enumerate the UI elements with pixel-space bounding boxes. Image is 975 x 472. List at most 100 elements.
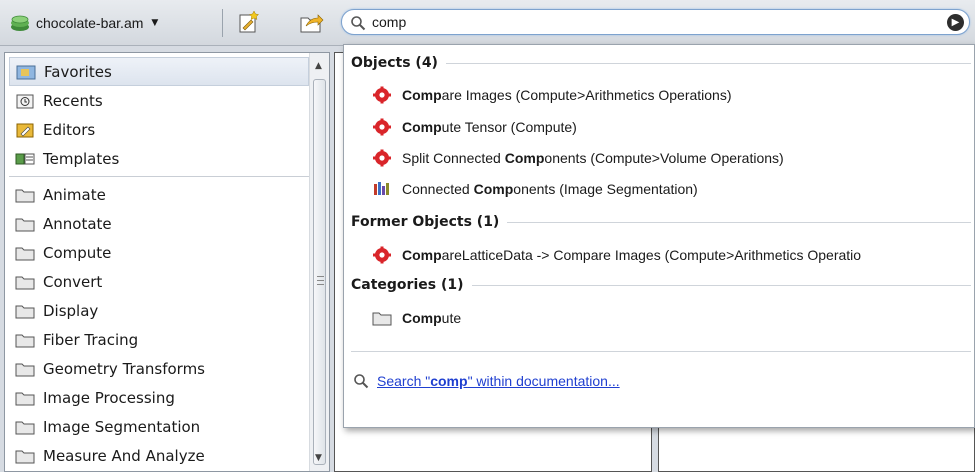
result-text: onents (Image Segmentation) <box>513 181 698 197</box>
match-text: Comp <box>402 87 442 103</box>
scrollbar-thumb[interactable] <box>313 79 326 465</box>
sidebar-item-label: Favorites <box>44 62 112 81</box>
section-title: Categories (1) <box>351 277 464 293</box>
sidebar-item-label: Image Segmentation <box>43 417 201 436</box>
favorites-folder-icon <box>16 65 36 79</box>
object-category-panel: Favorites Recents Editors Templates Anim… <box>4 52 330 472</box>
sidebar-item-label: Editors <box>43 120 96 139</box>
category-list: Favorites Recents Editors Templates Anim… <box>9 57 309 470</box>
export-folder-icon[interactable] <box>298 9 324 35</box>
match-text: Comp <box>402 119 442 135</box>
folder-icon <box>15 189 35 202</box>
result-text: Connected <box>402 181 474 197</box>
folder-icon <box>15 247 35 260</box>
folder-icon <box>372 312 392 326</box>
result-item[interactable]: Compute Tensor (Compute) <box>372 116 577 138</box>
sidebar-item-label: Templates <box>43 149 120 168</box>
segmentation-icon <box>374 182 389 195</box>
red-gear-icon <box>373 149 391 167</box>
clear-search-icon[interactable]: ▶ <box>947 14 964 31</box>
sidebar-item-recents[interactable]: Recents <box>9 86 309 115</box>
folder-icon <box>15 421 35 434</box>
folder-icon <box>15 218 35 231</box>
folder-icon <box>15 392 35 405</box>
former-objects-section-header: Former Objects (1) <box>351 212 971 232</box>
categories-section-header: Categories (1) <box>351 275 971 295</box>
sidebar-item-label: Annotate <box>43 214 112 233</box>
result-text: ute <box>441 310 462 326</box>
match-text: Comp <box>402 310 442 326</box>
sidebar-item-animate[interactable]: Animate <box>9 180 309 209</box>
folder-icon <box>15 450 35 463</box>
link-text: " within documentation... <box>467 373 620 389</box>
folder-icon <box>15 334 35 347</box>
project-label: chocolate-bar.am <box>36 15 144 31</box>
sidebar-item-editors[interactable]: Editors <box>9 115 309 144</box>
sidebar-item-label: Measure And Analyze <box>43 446 205 465</box>
result-text: Split Connected <box>402 150 505 166</box>
folder-icon <box>15 305 35 318</box>
match-text: Comp <box>473 181 514 197</box>
search-results-popup: Objects (4) Compare Images (Compute>Arit… <box>343 44 975 428</box>
sidebar-item-label: Display <box>43 301 99 320</box>
search-field[interactable]: comp ▶ <box>341 9 970 35</box>
result-text: ute Tensor (Compute) <box>441 119 577 135</box>
sidebar-item-measure-and-analyze[interactable]: Measure And Analyze <box>9 441 309 470</box>
vertical-scrollbar[interactable]: ▲ ▼ <box>309 53 329 471</box>
sidebar-item-label: Compute <box>43 243 112 262</box>
project-selector[interactable]: chocolate-bar.am ▼ <box>10 10 158 36</box>
folder-icon <box>15 363 35 376</box>
result-text: are Images (Compute>Arithmetics Operatio… <box>441 87 732 103</box>
result-item[interactable]: Connected Components (Image Segmentation… <box>372 178 698 200</box>
scroll-down-icon[interactable]: ▼ <box>315 453 322 463</box>
folder-icon <box>15 276 35 289</box>
sidebar-item-display[interactable]: Display <box>9 296 309 325</box>
sidebar-item-label: Geometry Transforms <box>43 359 205 378</box>
result-text: areLatticeData -> Compare Images (Comput… <box>441 247 862 263</box>
sidebar-item-image-segmentation[interactable]: Image Segmentation <box>9 412 309 441</box>
recents-icon <box>16 94 34 108</box>
top-toolbar: chocolate-bar.am ▼ comp ▶ <box>0 0 975 46</box>
sidebar-item-label: Image Processing <box>43 388 175 407</box>
result-item[interactable]: CompareLatticeData -> Compare Images (Co… <box>372 244 861 266</box>
sidebar-item-templates[interactable]: Templates <box>9 144 309 173</box>
result-text: onents (Compute>Volume Operations) <box>544 150 784 166</box>
sidebar-item-image-processing[interactable]: Image Processing <box>9 383 309 412</box>
search-input[interactable]: comp <box>372 14 406 30</box>
new-script-icon[interactable] <box>236 9 262 35</box>
sidebar-item-fiber-tracing[interactable]: Fiber Tracing <box>9 325 309 354</box>
scroll-up-icon[interactable]: ▲ <box>315 61 322 71</box>
chevron-down-icon: ▼ <box>151 18 159 28</box>
search-icon <box>351 16 366 31</box>
project-stack-icon <box>11 15 29 31</box>
search-documentation-link[interactable]: Search "comp" within documentation... <box>353 373 620 389</box>
popup-divider <box>351 351 971 352</box>
link-text: Search " <box>377 373 431 389</box>
sidebar-item-label: Animate <box>43 185 106 204</box>
red-gear-icon <box>373 86 391 104</box>
editors-icon <box>16 123 34 137</box>
toolbar-divider <box>222 9 223 37</box>
search-icon <box>354 374 369 389</box>
red-gear-icon <box>373 246 391 264</box>
result-item[interactable]: Split Connected Components (Compute>Volu… <box>372 147 784 169</box>
objects-section-header: Objects (4) <box>351 53 971 73</box>
sidebar-item-compute[interactable]: Compute <box>9 238 309 267</box>
result-item[interactable]: Compute <box>372 307 461 329</box>
sidebar-item-label: Convert <box>43 272 103 291</box>
list-divider <box>9 176 309 177</box>
templates-icon <box>15 153 35 164</box>
match-text: comp <box>430 373 468 389</box>
match-text: Comp <box>402 247 442 263</box>
sidebar-item-convert[interactable]: Convert <box>9 267 309 296</box>
section-title: Objects (4) <box>351 55 438 71</box>
red-gear-icon <box>373 118 391 136</box>
sidebar-item-geometry-transforms[interactable]: Geometry Transforms <box>9 354 309 383</box>
sidebar-item-annotate[interactable]: Annotate <box>9 209 309 238</box>
sidebar-item-favorites[interactable]: Favorites <box>9 57 309 86</box>
sidebar-item-label: Recents <box>43 91 103 110</box>
section-title: Former Objects (1) <box>351 214 500 230</box>
grip-icon <box>317 276 324 285</box>
result-item[interactable]: Compare Images (Compute>Arithmetics Oper… <box>372 84 732 106</box>
sidebar-item-label: Fiber Tracing <box>43 330 139 349</box>
